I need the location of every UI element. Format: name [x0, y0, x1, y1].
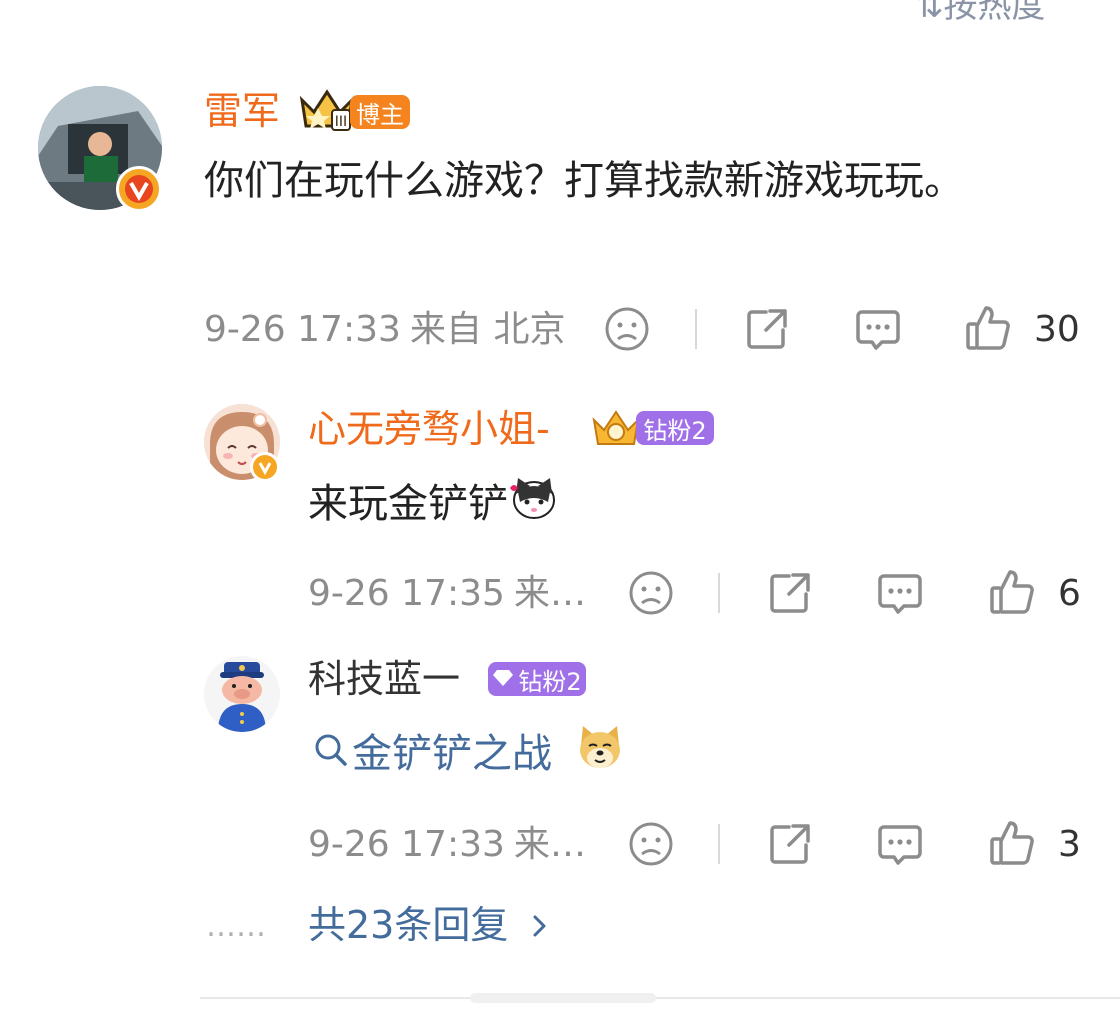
sort-icon: ⇅	[915, 0, 944, 26]
location: 来…	[514, 573, 587, 614]
share-icon[interactable]	[767, 821, 813, 871]
comment-icon[interactable]	[854, 306, 902, 358]
location: 来自 北京	[410, 309, 566, 350]
separator	[718, 824, 720, 864]
more-replies-dots: ……	[206, 909, 266, 944]
scroll-handle[interactable]	[470, 993, 656, 1003]
sort-by-hot-button[interactable]: ⇅按热度	[915, 0, 1046, 27]
like-thumb-icon[interactable]	[988, 568, 1036, 620]
like-count: 6	[1058, 573, 1081, 614]
comment-icon[interactable]	[876, 570, 924, 622]
separator	[718, 573, 720, 613]
timestamp: 9-26 17:35	[308, 573, 505, 614]
svg-text:III: III	[335, 114, 347, 130]
dislike-face-icon[interactable]	[604, 306, 650, 356]
comment-text: 你们在玩什么游戏？打算找款新游戏玩玩。	[204, 158, 964, 204]
more-replies-link[interactable]: 共23条回复	[308, 906, 550, 947]
fan-level-badge: 钻粉2	[636, 411, 714, 445]
cat-emoji-icon	[508, 472, 558, 540]
timestamp: 9-26 17:33	[204, 309, 401, 350]
crown-icon: III	[298, 86, 356, 132]
reply-text-content: 来玩金铲铲	[308, 481, 508, 527]
share-icon[interactable]	[744, 306, 790, 356]
username[interactable]: 心无旁骛小姐-	[308, 410, 550, 448]
like-count: 3	[1058, 824, 1081, 865]
more-replies-label: 共23条回复	[308, 903, 509, 947]
fan-crown-icon	[590, 404, 642, 454]
fan-level-label: 钻粉2	[518, 667, 582, 696]
dislike-face-icon[interactable]	[628, 570, 674, 620]
like-thumb-icon[interactable]	[988, 819, 1036, 871]
share-icon[interactable]	[767, 570, 813, 620]
fan-level-badge: 钻粉2	[488, 662, 586, 696]
like-thumb-icon[interactable]	[964, 304, 1012, 356]
like-count: 30	[1034, 309, 1080, 350]
doge-emoji-icon	[575, 722, 625, 790]
separator	[695, 309, 697, 349]
username[interactable]: 雷军	[204, 92, 280, 130]
verified-badge-icon	[250, 452, 280, 482]
topic-link-text: 金铲铲之战	[352, 731, 552, 777]
verified-badge-icon	[116, 166, 162, 212]
avatar[interactable]	[204, 656, 280, 732]
timestamp: 9-26 17:33	[308, 824, 505, 865]
username[interactable]: 科技蓝一	[308, 660, 460, 698]
reply-text: 来玩金铲铲	[308, 472, 558, 540]
topic-link[interactable]: 金铲铲之战	[312, 722, 625, 790]
blogger-badge: 博主	[350, 95, 410, 129]
chevron-right-icon	[530, 909, 550, 947]
comment-icon[interactable]	[876, 821, 924, 873]
divider	[200, 997, 1120, 999]
dislike-face-icon[interactable]	[628, 821, 674, 871]
search-icon	[312, 725, 350, 787]
location: 来…	[514, 824, 587, 865]
diamond-icon	[492, 665, 514, 693]
